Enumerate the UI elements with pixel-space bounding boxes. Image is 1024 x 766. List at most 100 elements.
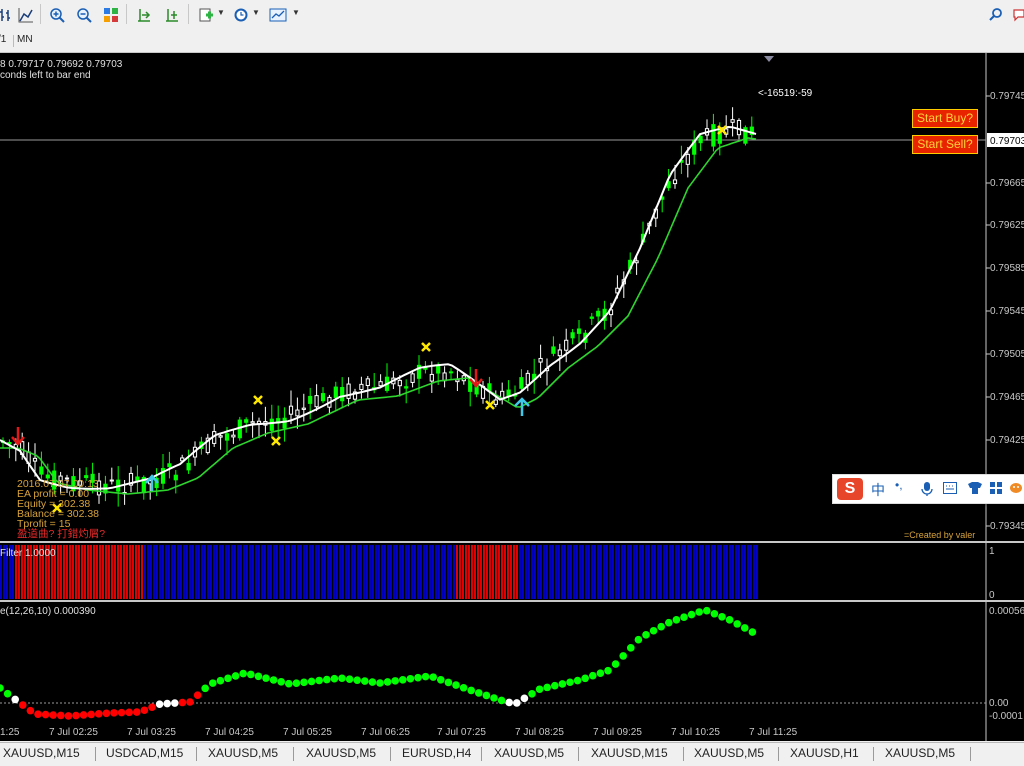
filter-bar [240, 545, 242, 599]
chart-tab[interactable]: XAUUSD,M15 [3, 746, 80, 760]
candle-body [308, 395, 313, 404]
filter-bar [78, 545, 80, 599]
chart-tab[interactable]: XAUUSD,M5 [208, 746, 278, 760]
indicators-icon[interactable] [194, 3, 218, 27]
start-buy-button[interactable]: Start Buy? [912, 109, 978, 128]
candle-body [295, 409, 300, 417]
start-sell-button[interactable]: Start Sell? [912, 135, 978, 154]
filter-bar [348, 545, 350, 599]
chart-tab[interactable]: XAUUSD,M5 [694, 746, 764, 760]
chart-tab[interactable]: XAUUSD,M5 [306, 746, 376, 760]
microphone-icon[interactable] [921, 481, 933, 497]
chart-tab[interactable]: XAUUSD,M15 [591, 746, 668, 760]
chart-tab[interactable]: XAUUSD,M5 [885, 746, 955, 760]
chart-window[interactable]: 0.79703 0.79745 0.79665 0.79625 0.79585 … [0, 53, 1024, 741]
filter-bar [564, 545, 566, 599]
osma-dot [376, 679, 384, 687]
filter-bar [330, 545, 332, 599]
filter-bar [486, 545, 488, 599]
filter-bar [156, 545, 158, 599]
candle-body [224, 433, 230, 441]
filter-bar [735, 545, 737, 599]
osma-dot [497, 696, 506, 705]
timeframe-mn[interactable]: MN [17, 34, 33, 45]
chevron-down-icon[interactable]: ▼ [292, 8, 300, 17]
chevron-down-icon[interactable]: ▼ [217, 8, 225, 17]
price-chart[interactable]: 0.79703 0.79745 0.79665 0.79625 0.79585 … [0, 53, 1024, 741]
osma-dot [452, 681, 460, 689]
chat-icon[interactable] [1008, 3, 1024, 27]
filter-bar [294, 545, 296, 599]
timeframe-w1[interactable]: /1 [0, 34, 6, 45]
filter-bar [462, 545, 464, 599]
auto-scroll-icon[interactable] [160, 3, 184, 27]
mascot-icon[interactable] [1009, 482, 1023, 494]
filter-bar [129, 545, 131, 599]
tile-windows-icon[interactable] [99, 3, 123, 27]
filter-bar [516, 545, 518, 599]
time-label: 7 Jul 10:25 [671, 727, 720, 738]
exit-marker-icon [485, 400, 495, 410]
candle-body [397, 379, 402, 387]
filter-bar [432, 545, 434, 599]
filter-bar [138, 545, 140, 599]
filter-bar [483, 545, 485, 599]
line-chart-icon[interactable] [14, 3, 38, 27]
filter-bar [135, 545, 137, 599]
ime-logo[interactable]: S [837, 478, 863, 500]
osma-dot [300, 678, 308, 687]
filter-bar [642, 545, 644, 599]
osma-dot [475, 689, 483, 697]
filter-bar [441, 545, 443, 599]
chart-tabs-bar: XAUUSD,M15 USDCAD,M15 XAUUSD,M5 XAUUSD,M… [0, 742, 1024, 766]
chart-tab[interactable]: XAUUSD,H1 [790, 746, 859, 760]
period-separators-icon[interactable] [132, 3, 156, 27]
chart-shift-marker[interactable] [764, 56, 774, 62]
filter-bar [636, 545, 638, 599]
filter-bar [639, 545, 641, 599]
toolbox-icon[interactable] [989, 481, 1003, 495]
osma-dot [224, 674, 232, 683]
filter-bar [630, 545, 632, 599]
filter-bar [93, 545, 95, 599]
clock-icon[interactable] [229, 3, 253, 27]
zoom-out-icon[interactable] [72, 3, 96, 27]
filter-bar [534, 545, 536, 599]
zoom-in-icon[interactable] [45, 3, 69, 27]
filter-bar [723, 545, 725, 599]
chart-tab[interactable]: XAUUSD,M5 [494, 746, 564, 760]
candle-body [685, 153, 690, 165]
osma-dot [285, 679, 293, 688]
filter-bar [627, 545, 629, 599]
filter-bar [750, 545, 752, 599]
filter-bar [423, 545, 425, 599]
candlesticks [0, 107, 754, 507]
templates-icon[interactable] [266, 3, 290, 27]
skin-icon[interactable] [967, 481, 983, 495]
filter-bar [351, 545, 353, 599]
osma-dot [604, 666, 612, 675]
chart-tab[interactable]: EURUSD,H4 [402, 746, 471, 760]
osma-dot [277, 678, 286, 686]
ime-punctuation-toggle[interactable]: •, [895, 478, 903, 492]
osma-dot [178, 698, 187, 707]
osma-dot [414, 673, 422, 682]
osma-dot [467, 686, 476, 695]
ime-toolbar[interactable]: S 中 •, [832, 474, 1024, 504]
spread-label: <-16519:-59 [758, 88, 813, 99]
search-icon[interactable] [984, 3, 1008, 27]
filter-bar [381, 545, 383, 599]
filter-bar [327, 545, 329, 599]
filter-bar [369, 545, 371, 599]
chevron-down-icon[interactable]: ▼ [252, 8, 260, 17]
filter-bar [714, 545, 716, 599]
osma-scale-min: -0.0001 [989, 711, 1023, 722]
ime-language-toggle[interactable]: 中 [871, 480, 885, 500]
keyboard-icon[interactable] [943, 482, 957, 494]
filter-bar [291, 545, 293, 599]
filter-bar [105, 545, 107, 599]
candle-body [378, 381, 383, 387]
chart-tab[interactable]: USDCAD,M15 [106, 746, 183, 760]
osma-dot [710, 609, 719, 618]
candle-body [429, 373, 434, 382]
